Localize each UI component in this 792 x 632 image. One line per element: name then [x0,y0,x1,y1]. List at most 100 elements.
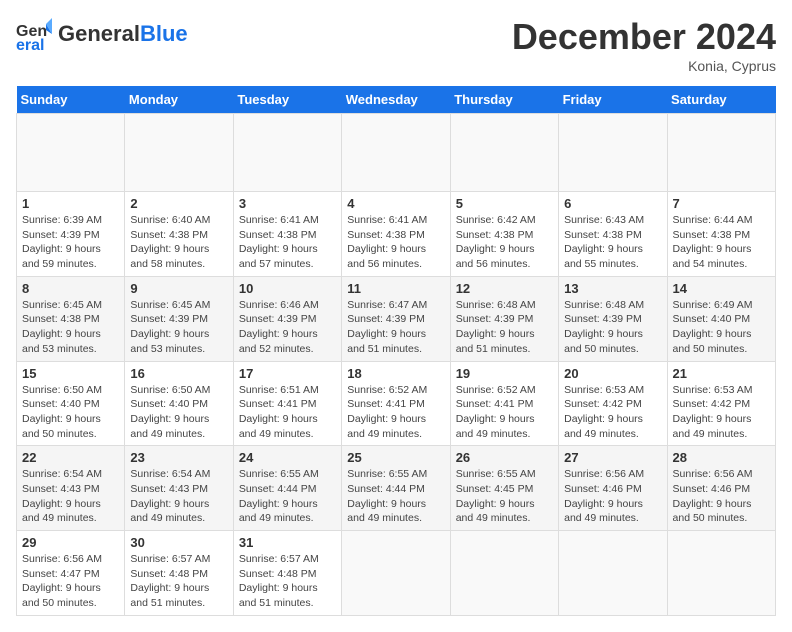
day-info: Sunrise: 6:44 AM Sunset: 4:38 PM Dayligh… [673,213,770,272]
calendar-cell: 10Sunrise: 6:46 AM Sunset: 4:39 PM Dayli… [233,276,341,361]
logo-icon: Gen eral [16,16,52,52]
calendar-cell: 8 Sunrise: 6:45 AM Sunset: 4:38 PM Daylig… [17,276,125,361]
calendar-header-row: SundayMondayTuesdayWednesdayThursdayFrid… [17,86,776,114]
day-info: Sunrise: 6:50 AM Sunset: 4:40 PM Dayligh… [130,383,227,442]
day-number: 9 [130,281,227,296]
day-info: Sunrise: 6:48 AM Sunset: 4:39 PM Dayligh… [564,298,661,357]
calendar-cell: 23 Sunrise: 6:54 AM Sunset: 4:43 PM Dayli… [125,446,233,531]
day-number: 22 [22,450,119,465]
calendar-cell: 12Sunrise: 6:48 AM Sunset: 4:39 PM Dayli… [450,276,558,361]
day-info: Sunrise: 6:41 AM Sunset: 4:38 PM Dayligh… [347,213,444,272]
day-number: 1 [22,196,119,211]
day-number: 25 [347,450,444,465]
calendar-cell: 25 Sunrise: 6:55 AM Sunset: 4:44 PM Dayli… [342,446,450,531]
day-info: Sunrise: 6:56 AM Sunset: 4:46 PM Dayligh… [564,467,661,526]
day-info: Sunrise: 6:51 AM Sunset: 4:41 PM Dayligh… [239,383,336,442]
location: Konia, Cyprus [512,58,776,74]
header-day-sunday: Sunday [17,86,125,114]
calendar-cell [17,114,125,192]
day-number: 17 [239,366,336,381]
calendar-cell [450,114,558,192]
calendar-cell: 18Sunrise: 6:52 AM Sunset: 4:41 PM Dayli… [342,361,450,446]
calendar-cell [559,531,667,616]
day-number: 26 [456,450,553,465]
calendar-cell: 4 Sunrise: 6:41 AM Sunset: 4:38 PM Daylig… [342,192,450,277]
day-number: 20 [564,366,661,381]
calendar-cell [667,114,775,192]
calendar-cell: 31 Sunrise: 6:57 AM Sunset: 4:48 PM Dayli… [233,531,341,616]
day-number: 2 [130,196,227,211]
day-info: Sunrise: 6:57 AM Sunset: 4:48 PM Dayligh… [130,552,227,611]
header-day-thursday: Thursday [450,86,558,114]
day-info: Sunrise: 6:49 AM Sunset: 4:40 PM Dayligh… [673,298,770,357]
day-number: 6 [564,196,661,211]
day-info: Sunrise: 6:42 AM Sunset: 4:38 PM Dayligh… [456,213,553,272]
calendar-week-row: 15 Sunrise: 6:50 AM Sunset: 4:40 PM Dayli… [17,361,776,446]
calendar-cell: 19Sunrise: 6:52 AM Sunset: 4:41 PM Dayli… [450,361,558,446]
calendar-cell [450,531,558,616]
calendar-cell: 16Sunrise: 6:50 AM Sunset: 4:40 PM Dayli… [125,361,233,446]
day-info: Sunrise: 6:39 AM Sunset: 4:39 PM Dayligh… [22,213,119,272]
day-info: Sunrise: 6:53 AM Sunset: 4:42 PM Dayligh… [673,383,770,442]
day-number: 7 [673,196,770,211]
month-title: December 2024 [512,16,776,58]
day-info: Sunrise: 6:55 AM Sunset: 4:44 PM Dayligh… [239,467,336,526]
day-number: 27 [564,450,661,465]
calendar-cell: 9Sunrise: 6:45 AM Sunset: 4:39 PM Daylig… [125,276,233,361]
day-info: Sunrise: 6:52 AM Sunset: 4:41 PM Dayligh… [456,383,553,442]
calendar-cell: 22 Sunrise: 6:54 AM Sunset: 4:43 PM Dayli… [17,446,125,531]
calendar-cell: 29Sunrise: 6:56 AM Sunset: 4:47 PM Dayli… [17,531,125,616]
calendar-cell [342,531,450,616]
svg-text:eral: eral [16,37,44,52]
day-number: 23 [130,450,227,465]
header-day-saturday: Saturday [667,86,775,114]
calendar-week-row: 29Sunrise: 6:56 AM Sunset: 4:47 PM Dayli… [17,531,776,616]
calendar-cell: 17 Sunrise: 6:51 AM Sunset: 4:41 PM Dayli… [233,361,341,446]
day-info: Sunrise: 6:48 AM Sunset: 4:39 PM Dayligh… [456,298,553,357]
day-info: Sunrise: 6:47 AM Sunset: 4:39 PM Dayligh… [347,298,444,357]
day-number: 10 [239,281,336,296]
title-block: December 2024 Konia, Cyprus [512,16,776,74]
calendar-cell: 26Sunrise: 6:55 AM Sunset: 4:45 PM Dayli… [450,446,558,531]
day-info: Sunrise: 6:50 AM Sunset: 4:40 PM Dayligh… [22,383,119,442]
day-number: 11 [347,281,444,296]
logo-text: GeneralBlue [58,23,188,45]
calendar-cell: 5Sunrise: 6:42 AM Sunset: 4:38 PM Daylig… [450,192,558,277]
day-info: Sunrise: 6:52 AM Sunset: 4:41 PM Dayligh… [347,383,444,442]
calendar-cell: 3Sunrise: 6:41 AM Sunset: 4:38 PM Daylig… [233,192,341,277]
calendar-table: SundayMondayTuesdayWednesdayThursdayFrid… [16,86,776,616]
day-number: 21 [673,366,770,381]
page-header: Gen eral GeneralBlue December 2024 Konia… [16,16,776,74]
calendar-cell: 15 Sunrise: 6:50 AM Sunset: 4:40 PM Dayli… [17,361,125,446]
day-number: 31 [239,535,336,550]
day-number: 29 [22,535,119,550]
day-info: Sunrise: 6:53 AM Sunset: 4:42 PM Dayligh… [564,383,661,442]
calendar-cell: 27 Sunrise: 6:56 AM Sunset: 4:46 PM Dayli… [559,446,667,531]
day-info: Sunrise: 6:57 AM Sunset: 4:48 PM Dayligh… [239,552,336,611]
calendar-cell [559,114,667,192]
header-day-wednesday: Wednesday [342,86,450,114]
day-info: Sunrise: 6:40 AM Sunset: 4:38 PM Dayligh… [130,213,227,272]
header-day-tuesday: Tuesday [233,86,341,114]
day-info: Sunrise: 6:55 AM Sunset: 4:44 PM Dayligh… [347,467,444,526]
day-info: Sunrise: 6:43 AM Sunset: 4:38 PM Dayligh… [564,213,661,272]
calendar-week-row: 8 Sunrise: 6:45 AM Sunset: 4:38 PM Daylig… [17,276,776,361]
day-number: 8 [22,281,119,296]
day-number: 15 [22,366,119,381]
day-info: Sunrise: 6:54 AM Sunset: 4:43 PM Dayligh… [22,467,119,526]
day-number: 3 [239,196,336,211]
calendar-cell: 20 Sunrise: 6:53 AM Sunset: 4:42 PM Dayli… [559,361,667,446]
day-info: Sunrise: 6:54 AM Sunset: 4:43 PM Dayligh… [130,467,227,526]
calendar-cell: 28Sunrise: 6:56 AM Sunset: 4:46 PM Dayli… [667,446,775,531]
calendar-week-row: 22 Sunrise: 6:54 AM Sunset: 4:43 PM Dayli… [17,446,776,531]
logo: Gen eral GeneralBlue [16,16,188,52]
header-day-monday: Monday [125,86,233,114]
day-number: 24 [239,450,336,465]
calendar-cell [233,114,341,192]
day-info: Sunrise: 6:45 AM Sunset: 4:38 PM Dayligh… [22,298,119,357]
calendar-cell [342,114,450,192]
day-info: Sunrise: 6:56 AM Sunset: 4:46 PM Dayligh… [673,467,770,526]
header-day-friday: Friday [559,86,667,114]
calendar-cell [667,531,775,616]
day-number: 4 [347,196,444,211]
